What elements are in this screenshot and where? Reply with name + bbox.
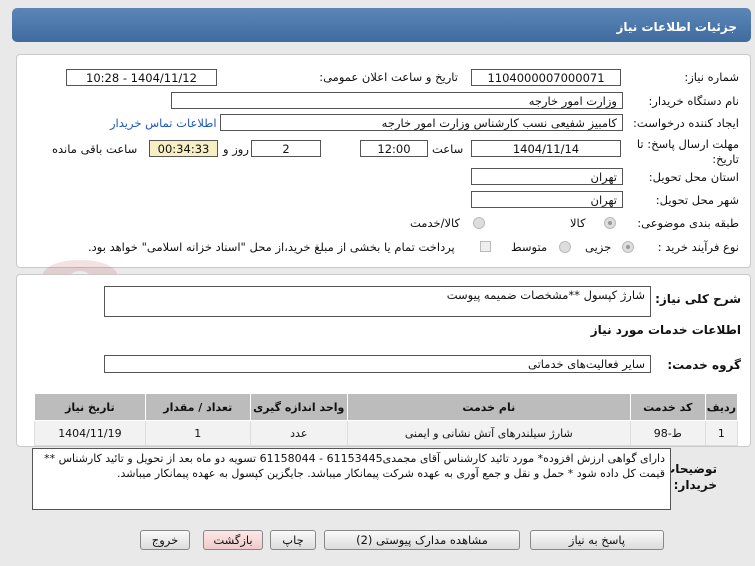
buyer-org-field: وزارت امور خارجه: [171, 92, 623, 109]
remaining-label: ساعت باقی مانده: [52, 142, 138, 156]
service-group-field: سایر فعالیت‌های خدماتی: [104, 355, 651, 373]
city-label: شهر محل تحویل:: [655, 193, 739, 207]
process-radio-medium[interactable]: [559, 241, 571, 253]
contact-buyer-link[interactable]: اطلاعات تماس خریدار: [110, 116, 217, 130]
buyer-notes-label: توضیحات: [663, 462, 717, 476]
category-radio-goods[interactable]: [604, 217, 616, 229]
description-label: شرح کلی نیاز:: [655, 292, 741, 306]
col-name: نام خدمت: [346, 393, 631, 421]
process-option-medium: متوسط: [511, 240, 548, 254]
col-unit: واحد اندازه گیری: [249, 393, 348, 421]
city-field: تهران: [471, 191, 623, 208]
cell-qty: 1: [144, 420, 251, 446]
col-date: تاریخ نیاز: [34, 393, 146, 421]
exit-button[interactable]: خروج: [140, 530, 190, 550]
print-button[interactable]: چاپ: [270, 530, 316, 550]
province-field: تهران: [471, 168, 623, 185]
attachments-button[interactable]: مشاهده مدارک پیوستی (2): [324, 530, 520, 550]
deadline-label-2: تاریخ:: [712, 152, 739, 166]
need-number-field: 1104000007000071: [471, 69, 621, 86]
creator-label: ایجاد کننده درخواست:: [633, 116, 739, 130]
time-label: ساعت: [432, 142, 464, 156]
cell-unit: عدد: [249, 420, 348, 446]
process-radio-minor[interactable]: [622, 241, 634, 253]
category-option-goods: کالا: [570, 216, 586, 230]
announce-label: تاریخ و ساعت اعلان عمومی:: [319, 70, 458, 84]
buyer-notes-field: دارای گواهی ارزش افزوده* مورد تائید کارش…: [32, 448, 671, 510]
deadline-date-field: 1404/11/14: [471, 140, 621, 157]
table-header-row: ردیف کد خدمت نام خدمت واحد اندازه گیری ت…: [34, 393, 739, 421]
process-option-minor: جزیی: [585, 240, 612, 254]
col-qty: تعداد / مقدار: [144, 393, 251, 421]
page-title: جزئیات اطلاعات نیاز: [616, 20, 737, 34]
buyer-notes-label-2: خریدار:: [673, 478, 717, 492]
need-info-panel: [16, 54, 751, 268]
cell-row: 1: [704, 420, 739, 446]
back-button[interactable]: بازگشت: [203, 530, 263, 550]
category-radio-goods-service[interactable]: [473, 217, 485, 229]
category-option-goods-service: کالا/خدمت: [410, 216, 461, 230]
reply-button[interactable]: پاسخ به نیاز: [530, 530, 664, 550]
service-group-label: گروه خدمت:: [667, 358, 741, 372]
process-label: نوع فرآیند خرید :: [657, 240, 739, 254]
col-code: کد خدمت: [629, 393, 706, 421]
description-field: شارژ کپسول **مشخصات ضمیمه پیوست: [104, 286, 651, 317]
services-section-title: اطلاعات خدمات مورد نیاز: [590, 323, 741, 337]
table-row: 1 ط-98 شارژ سیلندرهای آتش نشانی و ایمنی …: [34, 420, 739, 446]
deadline-label: مهلت ارسال پاسخ: تا: [636, 137, 739, 151]
services-table: ردیف کد خدمت نام خدمت واحد اندازه گیری ت…: [34, 393, 739, 446]
category-label: طبقه بندی موضوعی:: [637, 216, 739, 230]
cell-code: ط-98: [629, 420, 706, 446]
days-label: روز و: [223, 142, 249, 156]
treasury-checkbox[interactable]: [480, 241, 491, 252]
page-header: جزئیات اطلاعات نیاز: [12, 8, 751, 42]
announce-field: 1404/11/12 - 10:28: [66, 69, 217, 86]
buyer-org-label: نام دستگاه خریدار:: [648, 94, 739, 108]
remaining-time-field: 00:34:33: [149, 140, 218, 157]
cell-date: 1404/11/19: [34, 420, 146, 446]
payment-note: پرداخت تمام یا بخشی از مبلغ خرید،از محل …: [88, 240, 455, 254]
need-number-label: شماره نیاز:: [684, 70, 739, 84]
col-row: ردیف: [704, 393, 739, 421]
creator-field: کامبیز شفیعی نسب کارشناس وزارت امور خارج…: [220, 114, 623, 131]
days-field: 2: [251, 140, 321, 157]
deadline-time-field: 12:00: [360, 140, 428, 157]
province-label: استان محل تحویل:: [648, 170, 739, 184]
cell-name: شارژ سیلندرهای آتش نشانی و ایمنی: [346, 420, 631, 446]
